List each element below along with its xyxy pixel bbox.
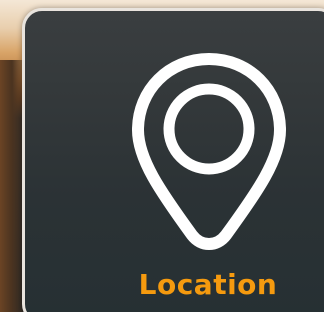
map-pin-icon (132, 53, 286, 250)
tile-label: Location (138, 268, 278, 301)
location-tile-button[interactable]: Location (22, 8, 324, 312)
